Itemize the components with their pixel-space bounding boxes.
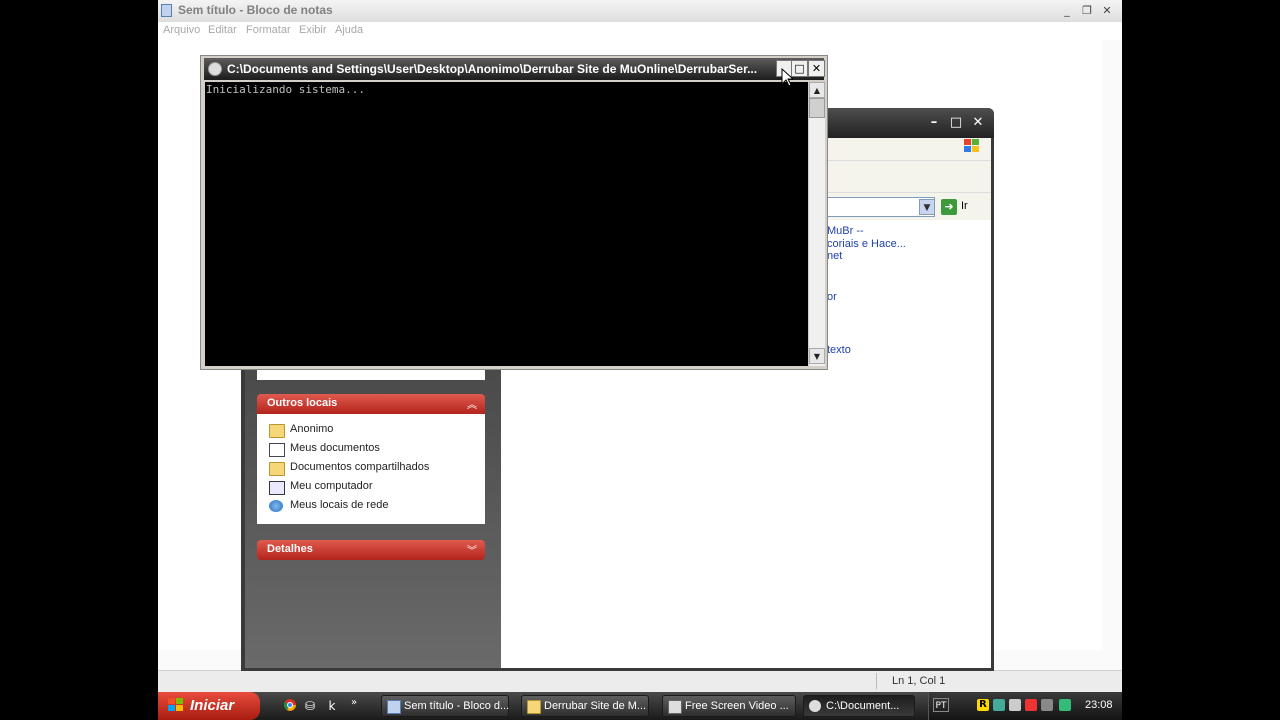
chevron-down-icon[interactable]: ▼ <box>919 199 935 215</box>
other-places-body: Anonimo Meus documentos Documentos compa… <box>257 414 485 524</box>
menu-arquivo[interactable]: Arquivo <box>163 24 200 36</box>
other-places-title: Outros locais <box>267 397 338 409</box>
go-arrow-icon[interactable]: ➜ <box>941 199 957 215</box>
recorder-icon <box>668 700 682 714</box>
tray-r-icon[interactable]: R <box>977 699 989 711</box>
cmd-window: C:\Documents and Settings\User\Desktop\A… <box>200 55 828 370</box>
details-header[interactable]: Detalhes ︾ <box>257 540 485 560</box>
folder-icon <box>527 700 541 714</box>
folder-icon <box>269 462 285 476</box>
status-divider <box>876 673 877 689</box>
task-screen-recorder[interactable]: Free Screen Video ... <box>662 695 796 717</box>
place-label: Meus documentos <box>290 442 380 454</box>
menu-editar[interactable]: Editar <box>208 24 237 36</box>
place-label: Meu computador <box>290 480 373 492</box>
go-button-label[interactable]: Ir <box>961 200 968 212</box>
counter-strike-icon[interactable]: k <box>324 698 340 714</box>
computer-icon <box>269 481 285 495</box>
cmd-icon <box>809 700 821 712</box>
cmd-title-bar[interactable]: C:\Documents and Settings\User\Desktop\A… <box>204 58 825 80</box>
network-quicklaunch-icon[interactable]: ⛁ <box>302 698 318 714</box>
chrome-icon[interactable] <box>282 698 298 714</box>
maximize-icon[interactable]: □ <box>946 114 966 132</box>
mouse-cursor-icon <box>781 68 793 87</box>
clock[interactable]: 23:08 <box>1085 699 1113 711</box>
system-tray: PT R 23:08 <box>928 692 1122 720</box>
close-button[interactable]: ✕ <box>808 60 825 77</box>
file-item[interactable]: coriais e Hace... <box>827 238 906 250</box>
close-icon[interactable]: ✕ <box>968 114 988 132</box>
tray-app-icon[interactable] <box>993 699 1005 711</box>
minimize-icon[interactable]: – <box>924 114 944 132</box>
documents-icon <box>269 443 285 457</box>
start-label: Iniciar <box>190 697 235 714</box>
minimize-icon[interactable]: _ <box>1058 3 1076 19</box>
menu-ajuda[interactable]: Ajuda <box>335 24 363 36</box>
start-button[interactable]: Iniciar <box>158 692 260 720</box>
console-line: Inicializando sistema... <box>206 83 365 96</box>
chevron-up-icon[interactable]: ︽ <box>467 396 477 411</box>
taskbar: Iniciar ⛁ k » Sem título - Bloco d... De… <box>158 692 1122 720</box>
notepad-title: Sem título - Bloco de notas <box>178 3 333 17</box>
cmd-icon <box>208 62 222 76</box>
file-item[interactable]: MuBr -- <box>827 225 864 237</box>
tray-app-icon[interactable] <box>1025 699 1037 711</box>
place-label: Anonimo <box>290 423 334 435</box>
explorer-toolbar <box>827 160 991 192</box>
task-explorer[interactable]: Derrubar Site de M... <box>521 695 649 717</box>
scroll-thumb[interactable] <box>809 98 825 118</box>
task-label: Free Screen Video ... <box>685 700 789 712</box>
file-item[interactable]: texto <box>827 344 851 356</box>
windows-logo-icon <box>963 138 985 156</box>
place-label: Documentos compartilhados <box>290 461 430 473</box>
scroll-down-icon[interactable]: ▼ <box>809 348 825 364</box>
task-pane: Outros locais ︽ Anonimo Meus documentos … <box>245 368 501 668</box>
console-scrollbar[interactable]: ▲ ▼ <box>808 82 825 366</box>
tray-network-icon[interactable] <box>1059 699 1071 711</box>
task-notepad[interactable]: Sem título - Bloco d... <box>381 695 509 717</box>
task-cmd[interactable]: C:\Document... <box>803 695 915 717</box>
tray-app-icon[interactable] <box>1009 699 1021 711</box>
maximize-button[interactable]: □ <box>791 60 808 77</box>
notepad-icon <box>387 700 401 714</box>
tray-app-icon[interactable] <box>1041 699 1053 711</box>
cmd-title: C:\Documents and Settings\User\Desktop\A… <box>227 62 758 76</box>
task-label: C:\Document... <box>826 700 900 712</box>
address-bar: ▼ ➜ Ir <box>827 192 991 220</box>
place-label: Meus locais de rede <box>290 499 389 511</box>
notepad-vertical-scrollbar[interactable] <box>1102 40 1122 670</box>
chevron-down-icon[interactable]: ︾ <box>467 542 477 557</box>
scroll-up-icon[interactable]: ▲ <box>809 82 825 98</box>
network-icon <box>269 500 283 512</box>
restore-icon[interactable]: ❐ <box>1078 3 1096 19</box>
file-item[interactable]: net <box>827 250 842 262</box>
notepad-icon <box>161 4 172 17</box>
windows-flag-icon <box>168 698 184 716</box>
other-places-header[interactable]: Outros locais ︽ <box>257 394 485 414</box>
task-label: Derrubar Site de M... <box>544 700 647 712</box>
menu-exibir[interactable]: Exibir <box>299 24 327 36</box>
close-icon[interactable]: ✕ <box>1098 3 1116 19</box>
chevron-right-icon[interactable]: » <box>346 695 362 711</box>
language-indicator[interactable]: PT <box>933 698 949 712</box>
notepad-title-bar[interactable]: Sem título - Bloco de notas _ ❐ ✕ <box>158 0 1122 22</box>
notepad-status-bar: Ln 1, Col 1 <box>158 670 1122 692</box>
file-item[interactable]: or <box>827 291 837 303</box>
notepad-menu-bar: Arquivo Editar Formatar Exibir Ajuda <box>158 22 1122 40</box>
console-output[interactable]: Inicializando sistema... <box>205 82 808 366</box>
details-title: Detalhes <box>267 543 313 555</box>
folder-icon <box>269 424 285 438</box>
menu-formatar[interactable]: Formatar <box>246 24 291 36</box>
cursor-position: Ln 1, Col 1 <box>892 675 946 687</box>
task-label: Sem título - Bloco d... <box>404 700 510 712</box>
